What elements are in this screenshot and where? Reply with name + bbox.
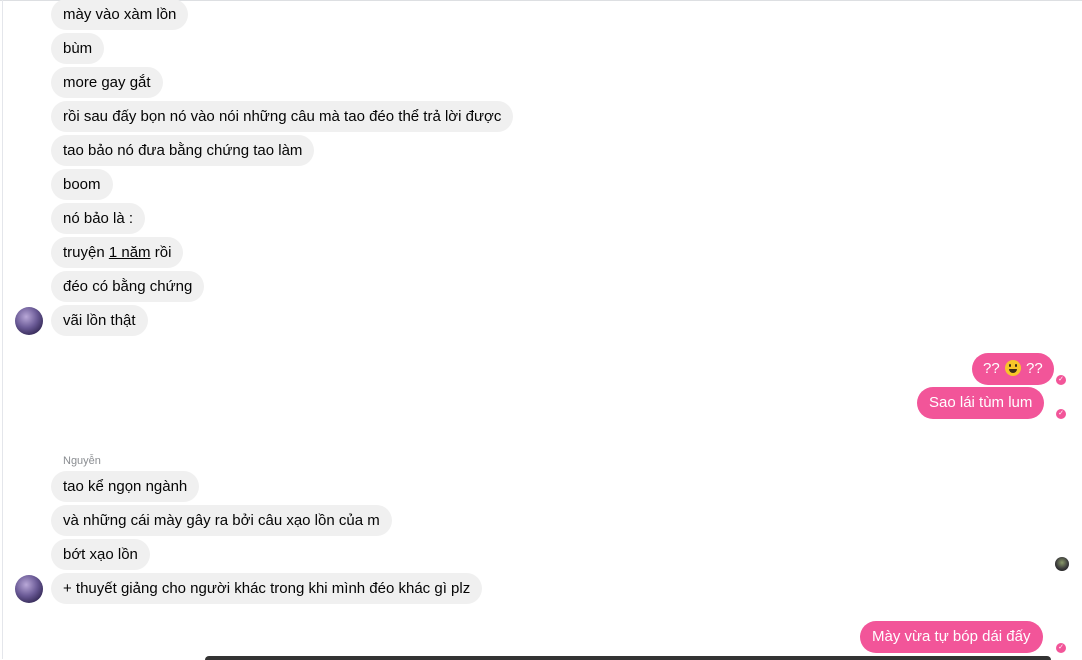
- message-text: ??: [983, 360, 1000, 377]
- incoming-message[interactable]: truyện 1 năm rồi: [51, 237, 184, 268]
- incoming-message[interactable]: rồi sau đấy bọn nó vào nói những câu mà …: [51, 101, 514, 132]
- outgoing-message[interactable]: Mày vừa tự bóp dái đấy: [860, 621, 1043, 653]
- incoming-message[interactable]: more gay gắt: [51, 67, 163, 98]
- left-border: [2, 0, 3, 659]
- message-text: ??: [1026, 360, 1043, 377]
- outgoing-message[interactable]: ?? ??: [972, 353, 1054, 385]
- check-circle-icon: ✓: [1056, 643, 1066, 653]
- user-avatar-icon[interactable]: [15, 575, 43, 603]
- sender-name: Nguyễn: [63, 455, 101, 467]
- message-link[interactable]: 1 năm: [109, 244, 151, 261]
- incoming-message[interactable]: vãi lồn thật: [51, 305, 148, 336]
- check-circle-icon: ✓: [1056, 409, 1066, 419]
- seen-avatar-icon: [1055, 557, 1069, 571]
- incoming-message[interactable]: tao kể ngọn ngành: [51, 471, 200, 502]
- incoming-message[interactable]: mày vào xàm lồn: [51, 0, 189, 30]
- incoming-message[interactable]: + thuyết giảng cho người khác trong khi …: [51, 573, 483, 604]
- incoming-message[interactable]: bớt xạo lồn: [51, 539, 150, 570]
- grinning-emoji-icon: [1004, 360, 1021, 376]
- message-composer-edge: [205, 656, 1051, 660]
- outgoing-message[interactable]: Sao lái tùm lum: [917, 387, 1045, 419]
- incoming-message[interactable]: bùm: [51, 33, 105, 64]
- message-text: rồi: [150, 244, 172, 261]
- incoming-message[interactable]: tao bảo nó đưa bằng chứng tao làm: [51, 135, 315, 166]
- incoming-message[interactable]: nó bảo là :: [51, 203, 146, 234]
- incoming-message[interactable]: và những cái mày gây ra bởi câu xạo lồn …: [51, 505, 392, 536]
- incoming-message[interactable]: đéo có bằng chứng: [51, 271, 205, 302]
- message-text: truyện: [63, 244, 109, 261]
- user-avatar-icon[interactable]: [15, 307, 43, 335]
- incoming-message[interactable]: boom: [51, 169, 113, 200]
- check-circle-icon: ✓: [1056, 375, 1066, 385]
